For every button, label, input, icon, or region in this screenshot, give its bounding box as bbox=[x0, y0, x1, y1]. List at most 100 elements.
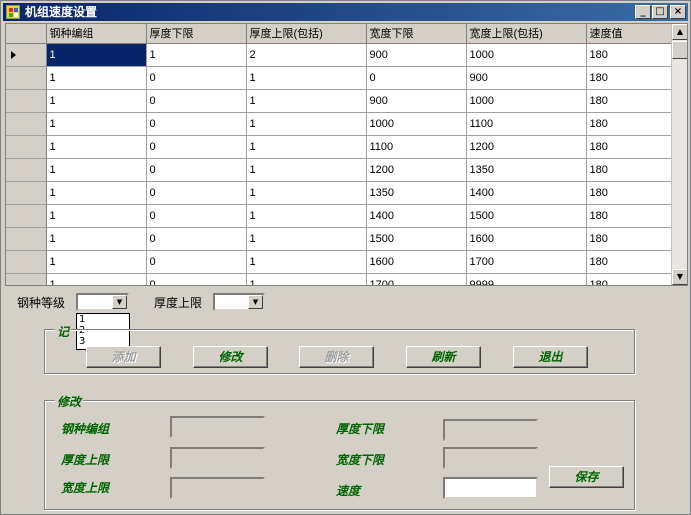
table-row[interactable]: 1 1 2 900 1000 180 bbox=[6, 43, 673, 67]
table-cell[interactable]: 180 bbox=[586, 227, 673, 251]
grade-combobox[interactable]: ▼ bbox=[76, 293, 129, 311]
table-cell[interactable]: 1 bbox=[246, 227, 367, 251]
table-cell[interactable]: 1400 bbox=[366, 204, 467, 228]
table-cell[interactable]: 0 bbox=[146, 158, 247, 182]
table-cell[interactable]: 1 bbox=[46, 43, 147, 67]
row-header[interactable] bbox=[6, 89, 47, 113]
refresh-button[interactable]: 刷新 bbox=[406, 346, 481, 368]
scroll-down-icon[interactable]: ▼ bbox=[672, 269, 687, 285]
steel-group-field[interactable] bbox=[170, 416, 265, 438]
table-cell[interactable]: 1000 bbox=[366, 112, 467, 136]
row-header[interactable] bbox=[6, 112, 47, 136]
thickness-upper-combobox[interactable]: ▼ bbox=[213, 293, 265, 311]
table-cell[interactable]: 1600 bbox=[366, 250, 467, 274]
speed-data-grid[interactable]: 钢种编组 厚度下限 厚度上限(包括) 宽度下限 宽度上限(包括) 速度值 112… bbox=[5, 23, 688, 286]
row-header[interactable] bbox=[6, 43, 47, 67]
table-cell[interactable]: 0 bbox=[146, 135, 247, 159]
table-cell[interactable]: 1200 bbox=[466, 135, 587, 159]
table-cell[interactable]: 1 bbox=[46, 158, 147, 182]
row-header[interactable] bbox=[6, 66, 47, 90]
table-cell[interactable]: 1 bbox=[46, 227, 147, 251]
table-cell[interactable]: 180 bbox=[586, 158, 673, 182]
add-button[interactable]: 添加 bbox=[86, 346, 161, 368]
modify-button[interactable]: 修改 bbox=[193, 346, 268, 368]
table-cell[interactable]: 1 bbox=[46, 250, 147, 274]
row-header[interactable] bbox=[6, 181, 47, 205]
table-cell[interactable]: 1100 bbox=[466, 112, 587, 136]
table-cell[interactable]: 1000 bbox=[466, 43, 587, 67]
minimize-button[interactable]: _ bbox=[635, 5, 651, 19]
table-cell[interactable]: 180 bbox=[586, 273, 673, 285]
table-row[interactable]: 1 0 1 1100 1200 180 bbox=[6, 135, 673, 159]
table-cell[interactable]: 1 bbox=[246, 204, 367, 228]
row-header[interactable] bbox=[6, 158, 47, 182]
table-row[interactable]: 1 0 1 1700 9999 180 bbox=[6, 273, 673, 285]
row-header[interactable] bbox=[6, 204, 47, 228]
scroll-up-icon[interactable]: ▲ bbox=[672, 24, 687, 40]
table-row[interactable]: 1 0 1 1000 1100 180 bbox=[6, 112, 673, 136]
table-cell[interactable]: 1 bbox=[46, 181, 147, 205]
table-cell[interactable]: 180 bbox=[586, 43, 673, 67]
save-button[interactable]: 保存 bbox=[549, 466, 624, 488]
thickness-lower-field[interactable] bbox=[443, 419, 538, 441]
thickness-upper-field[interactable] bbox=[170, 447, 265, 469]
table-cell[interactable]: 0 bbox=[146, 89, 247, 113]
table-cell[interactable]: 180 bbox=[586, 66, 673, 90]
close-button[interactable]: × bbox=[670, 5, 686, 19]
table-cell[interactable]: 180 bbox=[586, 204, 673, 228]
table-cell[interactable]: 1 bbox=[46, 204, 147, 228]
row-header[interactable] bbox=[6, 250, 47, 274]
table-cell[interactable]: 1350 bbox=[466, 158, 587, 182]
table-cell[interactable]: 0 bbox=[146, 181, 247, 205]
table-cell[interactable]: 1 bbox=[246, 273, 367, 285]
table-cell[interactable]: 1 bbox=[246, 135, 367, 159]
table-cell[interactable]: 1500 bbox=[366, 227, 467, 251]
table-cell[interactable]: 0 bbox=[146, 66, 247, 90]
table-cell[interactable]: 1 bbox=[146, 43, 247, 67]
table-cell[interactable]: 0 bbox=[146, 227, 247, 251]
table-cell[interactable]: 1 bbox=[46, 273, 147, 285]
width-upper-field[interactable] bbox=[170, 477, 265, 499]
table-cell[interactable]: 180 bbox=[586, 112, 673, 136]
row-header[interactable] bbox=[6, 227, 47, 251]
col-header-steel-group[interactable]: 钢种编组 bbox=[46, 24, 147, 44]
table-cell[interactable]: 1200 bbox=[366, 158, 467, 182]
table-cell[interactable]: 0 bbox=[146, 273, 247, 285]
table-cell[interactable]: 0 bbox=[146, 250, 247, 274]
table-cell[interactable]: 0 bbox=[146, 112, 247, 136]
grade-option[interactable]: 1 bbox=[79, 314, 129, 325]
row-header[interactable] bbox=[6, 273, 47, 285]
table-row[interactable]: 1 0 1 1200 1350 180 bbox=[6, 158, 673, 182]
table-cell[interactable]: 1 bbox=[246, 158, 367, 182]
table-cell[interactable]: 180 bbox=[586, 250, 673, 274]
table-cell[interactable]: 900 bbox=[366, 89, 467, 113]
table-cell[interactable]: 1 bbox=[46, 89, 147, 113]
table-cell[interactable]: 900 bbox=[466, 66, 587, 90]
table-cell[interactable]: 1 bbox=[46, 66, 147, 90]
maximize-button[interactable]: □ bbox=[652, 5, 668, 19]
table-cell[interactable]: 0 bbox=[146, 204, 247, 228]
table-cell[interactable]: 180 bbox=[586, 181, 673, 205]
table-cell[interactable]: 1400 bbox=[466, 181, 587, 205]
table-cell[interactable]: 1100 bbox=[366, 135, 467, 159]
table-cell[interactable]: 1500 bbox=[466, 204, 587, 228]
table-cell[interactable]: 1 bbox=[246, 89, 367, 113]
table-cell[interactable]: 1600 bbox=[466, 227, 587, 251]
table-row[interactable]: 1 0 1 0 900 180 bbox=[6, 66, 673, 90]
table-row[interactable]: 1 0 1 1400 1500 180 bbox=[6, 204, 673, 228]
col-header-thickness-upper[interactable]: 厚度上限(包括) bbox=[246, 24, 367, 44]
table-row[interactable]: 1 0 1 1600 1700 180 bbox=[6, 250, 673, 274]
table-cell[interactable]: 1 bbox=[246, 250, 367, 274]
exit-button[interactable]: 退出 bbox=[513, 346, 588, 368]
chevron-down-icon[interactable]: ▼ bbox=[112, 295, 127, 309]
row-header[interactable] bbox=[6, 135, 47, 159]
col-header-speed[interactable]: 速度值 bbox=[586, 24, 673, 44]
table-cell[interactable]: 1350 bbox=[366, 181, 467, 205]
delete-button[interactable]: 删除 bbox=[299, 346, 374, 368]
table-cell[interactable]: 1700 bbox=[466, 250, 587, 274]
table-cell[interactable]: 1 bbox=[246, 66, 367, 90]
table-cell[interactable]: 1000 bbox=[466, 89, 587, 113]
table-cell[interactable]: 1 bbox=[246, 112, 367, 136]
table-row[interactable]: 1 0 1 900 1000 180 bbox=[6, 89, 673, 113]
table-cell[interactable]: 1 bbox=[246, 181, 367, 205]
